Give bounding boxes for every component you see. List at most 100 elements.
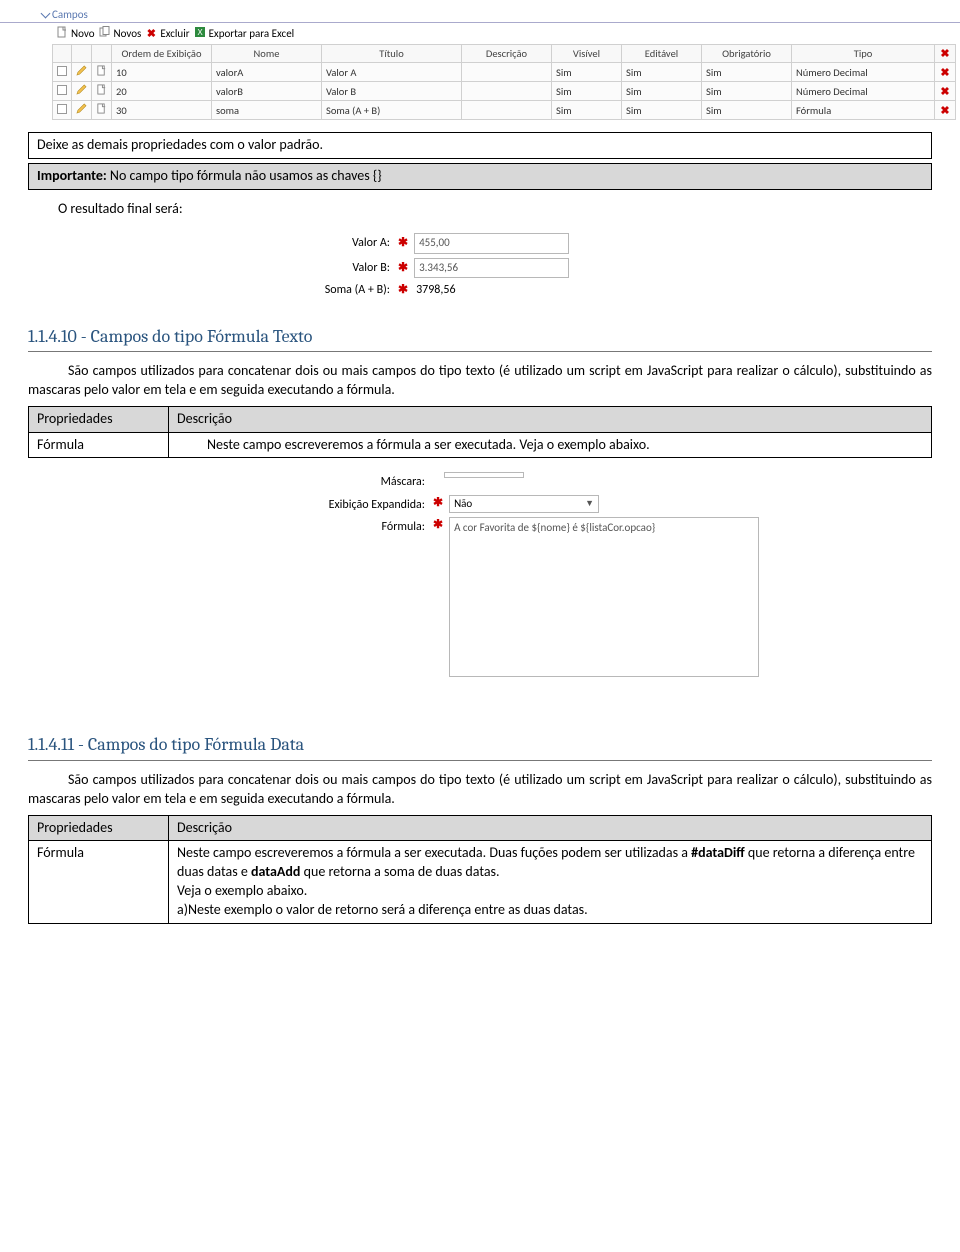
grid-header-titulo[interactable]: Título: [322, 45, 462, 63]
grid-header-ordem[interactable]: Ordem de Exibição: [112, 45, 212, 63]
props-header-c1: Propriedades: [29, 406, 169, 432]
t2-row-b2: dataAdd: [251, 863, 300, 880]
props11-row-c1: Fórmula: [29, 841, 169, 924]
page-icon[interactable]: [96, 103, 107, 114]
toolbar-novo-label: Novo: [71, 27, 95, 40]
heading-1-1-4-11: 1.1.4.11 - Campos do tipo Fórmula Data: [28, 727, 932, 760]
grid-header-editavel[interactable]: Editável: [622, 45, 702, 63]
heading-1-1-4-10: 1.1.4.10 - Campos do tipo Fórmula Texto: [28, 319, 932, 352]
toolbar-novos[interactable]: Novos: [99, 26, 142, 41]
grid-header-row: Ordem de Exibição Nome Título Descrição …: [53, 45, 956, 63]
props-header-c2: Descrição: [169, 815, 932, 841]
valor-a-field[interactable]: 455,00: [414, 233, 569, 254]
important-prefix: Importante:: [37, 167, 107, 184]
edit-icon[interactable]: [76, 103, 87, 114]
valor-a-label: Valor A:: [308, 235, 398, 251]
grid-header-descricao[interactable]: Descrição: [462, 45, 552, 63]
cell-descricao: [462, 101, 552, 120]
page-icon[interactable]: [96, 65, 107, 76]
grid-header-nome[interactable]: Nome: [212, 45, 322, 63]
t2-row-post: que retorna a soma de duas datas.: [300, 863, 499, 880]
important-box: Importante: No campo tipo fórmula não us…: [28, 163, 932, 190]
formula-form: Máscara: Exibição Expandida: ✱ Não ▼ Fór…: [298, 472, 932, 677]
delete-icon: ✖: [145, 27, 157, 40]
info-box-1-text: Deixe as demais propriedades com o valor…: [37, 136, 323, 153]
row-checkbox[interactable]: [57, 85, 67, 95]
cell-ordem: 10: [112, 63, 212, 82]
required-asterisk: ✱: [433, 517, 449, 533]
mascara-field[interactable]: [444, 472, 524, 478]
delete-icon[interactable]: ✖: [939, 104, 951, 117]
toolbar-novos-label: Novos: [114, 27, 142, 40]
edit-icon[interactable]: [76, 65, 87, 76]
cell-editavel: Sim: [622, 101, 702, 120]
cell-editavel: Sim: [622, 63, 702, 82]
table-row: Propriedades Descrição: [29, 406, 932, 432]
exibicao-label: Exibição Expandida:: [298, 495, 433, 513]
cell-tipo: Número Decimal: [792, 63, 935, 82]
grid-header-obrigatorio[interactable]: Obrigatório: [702, 45, 792, 63]
delete-icon[interactable]: ✖: [939, 66, 951, 79]
cell-tipo: Fórmula: [792, 101, 935, 120]
grid-header-tipo[interactable]: Tipo: [792, 45, 935, 63]
required-asterisk: ✱: [398, 260, 414, 276]
t2-row-pre: Neste campo escreveremos a fórmula a ser…: [177, 844, 691, 861]
properties-table-10: Propriedades Descrição Fórmula Neste cam…: [28, 406, 932, 459]
important-rest: No campo tipo fórmula não usamos as chav…: [107, 167, 382, 184]
table-row: Fórmula Neste campo escreveremos a fórmu…: [29, 841, 932, 924]
cell-titulo: Soma (A + B): [322, 101, 462, 120]
row-checkbox[interactable]: [57, 104, 67, 114]
cell-descricao: [462, 63, 552, 82]
exibicao-select[interactable]: Não ▼: [449, 495, 599, 514]
formula-label: Fórmula:: [298, 517, 433, 535]
paragraph-11: São campos utilizados para concatenar do…: [28, 771, 932, 809]
props-header-c2: Descrição: [169, 406, 932, 432]
properties-table-11: Propriedades Descrição Fórmula Neste cam…: [28, 815, 932, 924]
page-icon: [56, 26, 68, 41]
cell-nome: valorA: [212, 63, 322, 82]
cell-ordem: 30: [112, 101, 212, 120]
table-row[interactable]: 20valorBValor BSimSimSimNúmero Decimal✖: [53, 82, 956, 101]
soma-value: 3798,56: [414, 282, 456, 298]
cell-visivel: Sim: [552, 82, 622, 101]
table-row[interactable]: 30somaSoma (A + B)SimSimSimFórmula✖: [53, 101, 956, 120]
toolbar-excluir-label: Excluir: [160, 27, 189, 40]
row-checkbox[interactable]: [57, 66, 67, 76]
delete-icon[interactable]: ✖: [939, 85, 951, 98]
props-header-c1: Propriedades: [29, 815, 169, 841]
cell-descricao: [462, 82, 552, 101]
grid-toolbar: Novo Novos ✖ Excluir X Exportar para Exc…: [0, 23, 960, 44]
grid-header-edit: [72, 45, 92, 63]
edit-icon[interactable]: [76, 84, 87, 95]
valor-b-label: Valor B:: [308, 260, 398, 276]
formula-textarea[interactable]: A cor Favorita de ${nome} é ${listaCor.o…: [449, 517, 759, 677]
toolbar-novo[interactable]: Novo: [56, 26, 95, 41]
page-icon[interactable]: [96, 84, 107, 95]
table-row: Propriedades Descrição: [29, 815, 932, 841]
excel-icon: X: [194, 26, 206, 41]
grid-header-visivel[interactable]: Visível: [552, 45, 622, 63]
props10-row-c2-text: Neste campo escreveremos a fórmula a ser…: [207, 436, 650, 453]
valor-b-field[interactable]: 3.343,56: [414, 258, 569, 279]
pages-icon: [99, 26, 111, 41]
cell-nome: valorB: [212, 82, 322, 101]
t2-row-l3: a)Neste exemplo o valor de retorno será …: [177, 901, 588, 918]
delete-icon[interactable]: ✖: [939, 47, 951, 60]
chevron-down-icon: ▼: [585, 498, 594, 510]
grid-header-delete: ✖: [935, 45, 956, 63]
cell-obrigatorio: Sim: [702, 82, 792, 101]
cell-obrigatorio: Sim: [702, 101, 792, 120]
required-asterisk: ✱: [398, 235, 414, 251]
table-row[interactable]: 10valorAValor ASimSimSimNúmero Decimal✖: [53, 63, 956, 82]
toolbar-exportar[interactable]: X Exportar para Excel: [194, 26, 295, 41]
toolbar-exportar-label: Exportar para Excel: [209, 27, 295, 40]
cell-titulo: Valor B: [322, 82, 462, 101]
info-box-1: Deixe as demais propriedades com o valor…: [28, 132, 932, 159]
result-form: Valor A: ✱ 455,00 Valor B: ✱ 3.343,56 So…: [308, 233, 932, 299]
toolbar-excluir[interactable]: ✖ Excluir: [145, 27, 189, 40]
cell-editavel: Sim: [622, 82, 702, 101]
soma-label: Soma (A + B):: [308, 282, 398, 298]
cell-nome: soma: [212, 101, 322, 120]
cell-tipo: Número Decimal: [792, 82, 935, 101]
table-row: Fórmula Neste campo escreveremos a fórmu…: [29, 432, 932, 458]
